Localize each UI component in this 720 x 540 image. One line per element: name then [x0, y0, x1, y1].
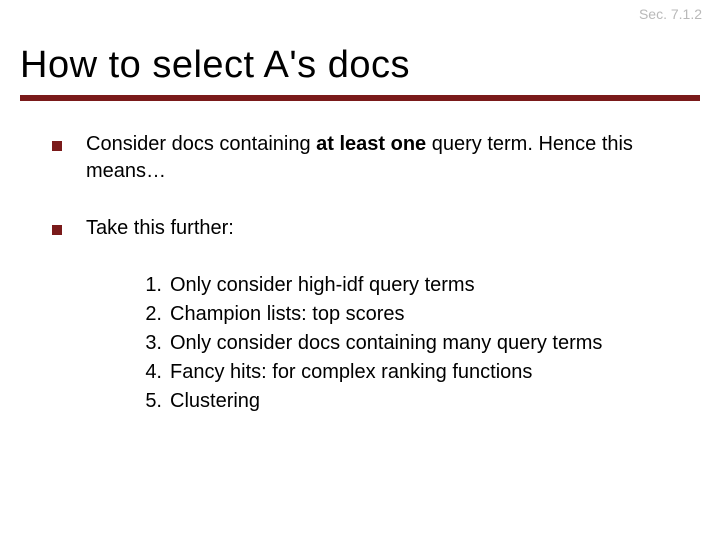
- item-text: Champion lists: top scores: [170, 301, 690, 328]
- slide-title: How to select A's docs: [20, 44, 700, 87]
- numbered-list: 1. Only consider high-idf query terms 2.…: [134, 272, 690, 415]
- item-text: Clustering: [170, 388, 690, 415]
- square-bullet-icon: [52, 141, 62, 151]
- item-number: 4.: [134, 359, 162, 386]
- bullet-text: Take this further:: [86, 215, 690, 242]
- item-text: Fancy hits: for complex ranking function…: [170, 359, 690, 386]
- bullet-text-pre: Take this further:: [86, 217, 234, 239]
- item-text: Only consider docs containing many query…: [170, 330, 690, 357]
- slide-body: Consider docs containing at least one qu…: [0, 101, 720, 415]
- item-text: Only consider high-idf query terms: [170, 272, 690, 299]
- bullet-text-bold: at least one: [316, 133, 426, 155]
- item-number: 3.: [134, 330, 162, 357]
- list-item: 4. Fancy hits: for complex ranking funct…: [134, 359, 690, 386]
- item-number: 2.: [134, 301, 162, 328]
- list-item: 5. Clustering: [134, 388, 690, 415]
- section-label: Sec. 7.1.2: [639, 6, 702, 22]
- list-item: 3. Only consider docs containing many qu…: [134, 330, 690, 357]
- list-item: 1. Only consider high-idf query terms: [134, 272, 690, 299]
- item-number: 5.: [134, 388, 162, 415]
- bullet-text: Consider docs containing at least one qu…: [86, 131, 690, 185]
- title-block: How to select A's docs: [0, 0, 720, 101]
- list-item: 2. Champion lists: top scores: [134, 301, 690, 328]
- square-bullet-icon: [52, 225, 62, 235]
- bullet-item: Consider docs containing at least one qu…: [30, 131, 690, 185]
- item-number: 1.: [134, 272, 162, 299]
- bullet-text-pre: Consider docs containing: [86, 133, 316, 155]
- bullet-item: Take this further:: [30, 215, 690, 242]
